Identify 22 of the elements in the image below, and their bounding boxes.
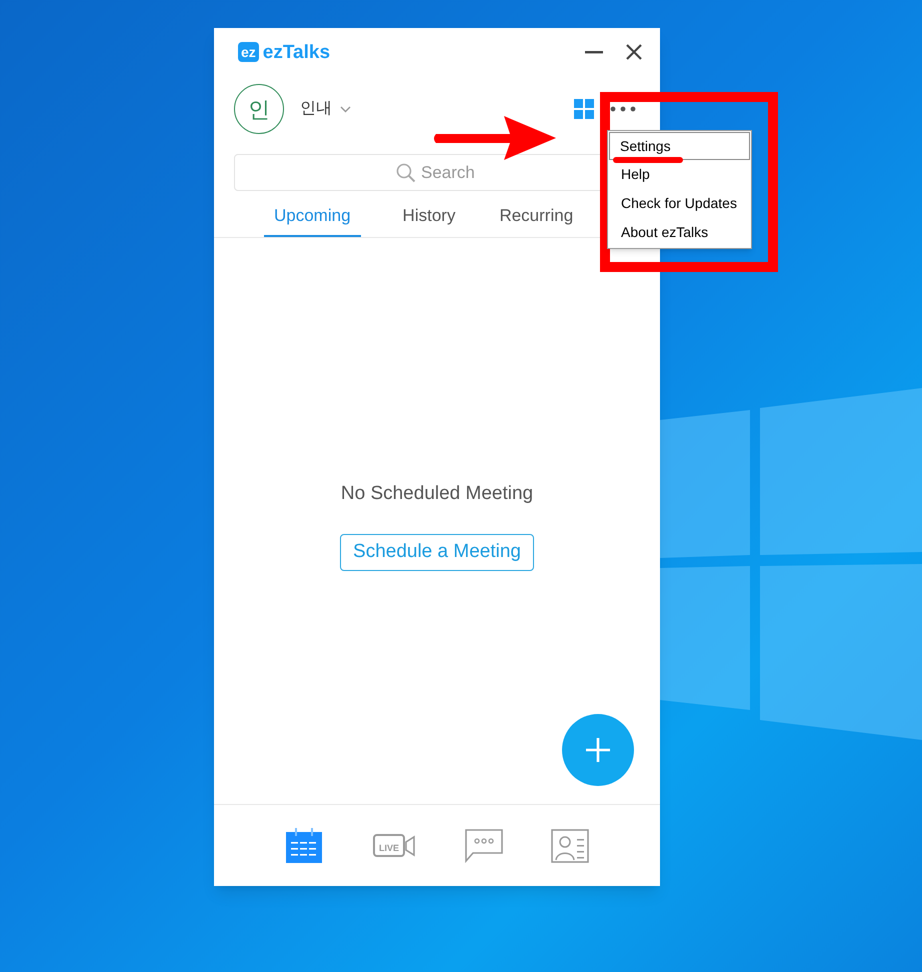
annotation-underline [613,157,683,163]
search-icon [396,163,416,183]
close-icon [626,44,642,60]
menu-item[interactable]: Check for Updates [609,189,750,218]
grid-icon[interactable] [574,99,594,119]
menu-item[interactable]: Help [609,160,750,189]
calendar-tab[interactable] [284,826,324,866]
minimize-icon [585,50,603,54]
app-name: ezTalks [262,42,330,62]
menu-item[interactable]: About ezTalks [609,218,750,247]
camera-side-icon [405,834,415,856]
close-button[interactable] [624,42,644,62]
more-options-icon[interactable] [610,106,636,112]
tab[interactable]: Upcoming [264,203,361,236]
empty-state-message: No Scheduled Meeting [340,482,534,506]
tab[interactable]: History [400,203,458,236]
user-name-dropdown[interactable]: 인내 [300,97,351,121]
chevron-down-icon [340,106,351,112]
plus-icon [585,737,611,763]
logo-mark: ez [238,42,259,62]
tab[interactable]: Recurring [497,203,576,236]
user-avatar[interactable]: 인 [234,84,284,134]
